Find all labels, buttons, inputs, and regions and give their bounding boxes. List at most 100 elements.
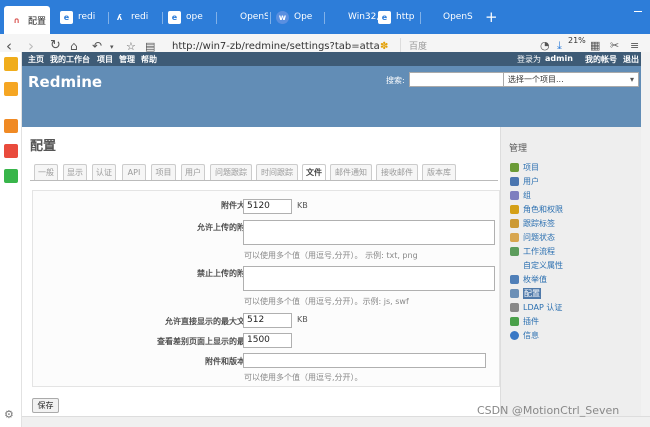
info-icon: [510, 330, 519, 340]
rss-icon[interactable]: [4, 119, 18, 133]
extensions-icon[interactable]: ▦: [590, 39, 600, 52]
diff-lines-input[interactable]: 1500: [243, 333, 292, 348]
menu-icon[interactable]: ≡: [630, 39, 639, 52]
admin-item-label: 跟踪标签: [523, 218, 555, 228]
tab-underline: [30, 180, 498, 181]
app-icon[interactable]: [4, 169, 18, 183]
admin-item-enumerations[interactable]: 枚举值: [510, 273, 547, 285]
tab-divider: [162, 12, 163, 24]
settings-form: 附件大小限制 5120 KB 允许上传的附件类型 可以使用多个值（用逗号,分开）…: [32, 190, 500, 387]
tab-label: Win32,: [348, 12, 380, 22]
tab-redi-1[interactable]: e redi: [60, 6, 100, 28]
tab-settings[interactable]: ∩ 配置: [4, 6, 50, 34]
search-label: 搜索:: [386, 76, 405, 85]
undo-icon[interactable]: ↶: [92, 39, 102, 53]
bee-icon[interactable]: ✽: [380, 41, 388, 52]
horizontal-scrollbar[interactable]: [22, 416, 650, 427]
tab-authentication[interactable]: 认证: [92, 164, 116, 180]
my-account-link[interactable]: 我的帐号: [585, 54, 617, 65]
projects-icon: [510, 162, 519, 172]
admin-item-settings[interactable]: 配置: [510, 287, 541, 299]
chevron-down-icon[interactable]: ▾: [110, 43, 114, 51]
tab-projects[interactable]: 项目: [151, 164, 176, 180]
tab-opens-2[interactable]: OpenS: [425, 6, 475, 28]
denied-types-textarea[interactable]: [243, 266, 495, 291]
admin-item-custom-fields[interactable]: 自定义属性: [510, 259, 563, 271]
admin-item-projects[interactable]: 项目: [510, 161, 539, 173]
page-title: 配置: [30, 139, 57, 154]
admin-item-users[interactable]: 用户: [510, 175, 539, 187]
admin-item-groups[interactable]: 组: [510, 189, 531, 201]
admin-item-label: 用户: [523, 176, 539, 186]
admin-item-ldap[interactable]: LDAP 认证: [510, 301, 562, 313]
project-jump-select[interactable]: 选择一个项目... ▾: [503, 72, 639, 87]
tab-label: http: [396, 12, 415, 22]
project-select-value: 选择一个项目...: [508, 75, 564, 84]
key-icon: [510, 204, 519, 214]
tab-repositories[interactable]: 版本库: [422, 164, 456, 180]
settings-gear-icon[interactable]: ⚙: [4, 408, 18, 422]
tab-http[interactable]: e http: [378, 6, 424, 28]
menu-my-page[interactable]: 我的工作台: [50, 54, 90, 65]
vertical-scrollbar[interactable]: [641, 52, 650, 416]
encodings-input[interactable]: [243, 353, 486, 368]
denied-types-hint: 可以使用多个值（用逗号,分开）。示例: js, swf: [244, 297, 409, 306]
tab-win32[interactable]: Win32,: [330, 6, 380, 28]
admin-item-trackers[interactable]: 跟踪标签: [510, 217, 555, 229]
menu-home[interactable]: 主页: [28, 54, 44, 65]
scissors-icon[interactable]: ✂: [610, 39, 619, 52]
new-tab-button[interactable]: +: [485, 8, 498, 26]
tab-users[interactable]: 用户: [181, 164, 205, 180]
tab-label: ope: [186, 12, 203, 22]
workflow-icon: [510, 246, 519, 256]
save-button[interactable]: 保存: [32, 398, 59, 413]
tab-email-notifications[interactable]: 邮件通知: [330, 164, 372, 180]
tab-ope[interactable]: e ope: [168, 6, 208, 28]
admin-item-label: 项目: [523, 162, 539, 172]
minimize-button[interactable]: [634, 6, 642, 12]
refresh-icon[interactable]: ↻: [50, 38, 61, 53]
profile-icon[interactable]: ◔: [540, 39, 550, 52]
admin-item-issue-statuses[interactable]: 问题状态: [510, 231, 555, 243]
admin-item-roles[interactable]: 角色和权限: [510, 203, 563, 215]
home-icon[interactable]: ⌂: [70, 39, 78, 53]
admin-menu-title: 管理: [509, 144, 528, 154]
download-icon[interactable]: ⤓: [557, 39, 562, 53]
zoom-level: 21%: [568, 36, 586, 45]
weibo-icon[interactable]: [4, 144, 18, 158]
tab-general[interactable]: 一般: [34, 164, 58, 180]
allowed-types-textarea[interactable]: [243, 220, 495, 245]
ie-icon: [330, 11, 343, 24]
admin-item-plugins[interactable]: 插件: [510, 315, 539, 327]
tab-redi-2[interactable]: ʎ redi: [113, 6, 153, 28]
max-size-input[interactable]: 5120: [243, 199, 292, 214]
tab-incoming-emails[interactable]: 接收邮件: [376, 164, 418, 180]
tab-opens-1[interactable]: OpenS: [222, 6, 268, 28]
login-user[interactable]: admin: [545, 54, 573, 63]
tab-display[interactable]: 显示: [63, 164, 87, 180]
ie-icon: e: [168, 10, 181, 24]
tab-divider: [270, 12, 271, 24]
admin-item-label: 枚举值: [523, 274, 547, 284]
tab-divider: [108, 12, 109, 24]
status-icon: [510, 232, 519, 242]
favorites-icon[interactable]: [4, 57, 18, 71]
admin-item-info[interactable]: 信息: [510, 329, 539, 341]
logout-link[interactable]: 退出: [623, 54, 639, 65]
tab-time-tracking[interactable]: 时间跟踪: [256, 164, 298, 180]
redmine-header: Redmine 搜索: 选择一个项目... ▾: [22, 66, 650, 127]
tab-api[interactable]: API: [122, 164, 146, 180]
admin-item-workflows[interactable]: 工作流程: [510, 245, 555, 257]
notes-icon[interactable]: [4, 82, 18, 96]
menu-admin[interactable]: 管理: [119, 54, 135, 65]
tab-ope-2[interactable]: w Ope: [276, 6, 320, 28]
menu-projects[interactable]: 项目: [97, 54, 113, 65]
tab-divider: [324, 12, 325, 24]
tab-issue-tracking[interactable]: 问题跟踪: [210, 164, 252, 180]
admin-item-label: LDAP 认证: [523, 302, 563, 312]
text-size-input[interactable]: 512: [243, 313, 292, 328]
menu-help[interactable]: 帮助: [141, 54, 157, 65]
admin-item-label: 组: [523, 190, 531, 200]
list-icon: [510, 274, 519, 284]
tab-files[interactable]: 文件: [302, 164, 326, 181]
